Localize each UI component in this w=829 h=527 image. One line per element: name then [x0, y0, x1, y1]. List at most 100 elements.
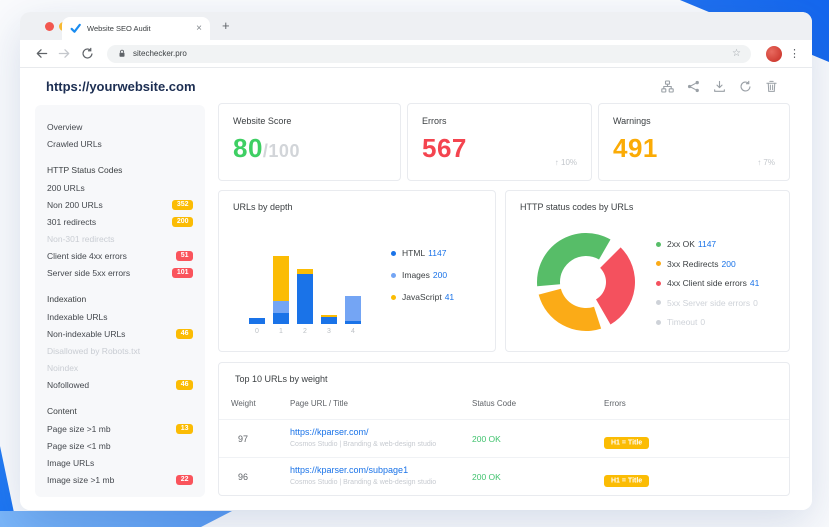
sidebar-item-image-size-gt1mb[interactable]: Image size >1 mb 22	[47, 471, 193, 488]
bar-column-3: 3	[321, 315, 337, 335]
sidebar-item-non-200-urls[interactable]: Non 200 URLs 352	[47, 196, 193, 213]
table-title: Top 10 URLs by weight	[235, 374, 328, 384]
browser-tab-strip: Website SEO Audit × +	[20, 12, 812, 40]
count-badge: 51	[176, 250, 193, 261]
sidebar-item-page-size-lt1mb[interactable]: Page size <1 mb	[47, 437, 193, 454]
page-content: https://yourwebsite.com Overview Crawled…	[20, 69, 812, 510]
sidebar-item-non-indexable-urls[interactable]: Non-indexable URLs 46	[47, 325, 193, 342]
bookmark-star-icon[interactable]: ☆	[732, 48, 741, 59]
sitemap-icon[interactable]	[661, 80, 674, 93]
sidebar-item-disallowed-robots: Disallowed by Robots.txt	[47, 345, 141, 356]
share-icon[interactable]	[687, 80, 700, 93]
legend-value: 0	[700, 317, 706, 327]
sidebar-section-http-status-codes: HTTP Status Codes	[47, 165, 123, 175]
bar-chart-plot: 0 1 2 3 4	[249, 256, 361, 335]
bar-segment-html	[321, 317, 337, 324]
legend-item-3xx: 3xx Redirects 200	[656, 259, 759, 269]
html-series-dot-icon	[391, 250, 396, 256]
legend-item-javascript: JavaScript 41	[391, 292, 454, 302]
sidebar-item-301-redirects[interactable]: 301 redirects 200	[47, 213, 193, 230]
browser-menu-icon[interactable]: ⋮	[789, 47, 800, 60]
column-header-errors: Errors	[604, 399, 626, 408]
website-score-value: 80	[233, 133, 263, 163]
sidebar-item-200-urls[interactable]: 200 URLs	[47, 179, 193, 196]
sidebar-item-5xx-errors[interactable]: Server side 5xx errors 101	[47, 264, 193, 281]
sidebar-section-indexation: Indexation	[47, 294, 87, 304]
reload-icon[interactable]	[81, 47, 94, 60]
window-close-button[interactable]	[45, 22, 54, 31]
legend-item-html: HTML 1147	[391, 248, 454, 258]
status-code-cell: 200 OK	[472, 472, 501, 482]
error-badge: H1 = Title	[604, 436, 650, 449]
legend-value: 200	[721, 258, 736, 269]
download-icon[interactable]	[713, 80, 726, 93]
bar-segment-html	[297, 274, 313, 324]
donut-chart-legend: 2xx OK 1147 3xx Redirects 200 4xx Client…	[656, 239, 759, 327]
table-row: 97 https://kparser.com/ Cosmos Studio | …	[219, 419, 789, 458]
site-favicon-check-icon	[70, 23, 81, 34]
error-badge: H1 = Title	[604, 474, 650, 487]
page-title-subtext: Cosmos Studio | Branding & web-design st…	[290, 440, 437, 448]
profile-avatar[interactable]	[766, 45, 782, 62]
legend-item-5xx: 5xx Server side errors 0	[656, 298, 759, 308]
donut-segment-3xx	[538, 288, 602, 331]
bar-segment-html	[345, 321, 361, 324]
column-header-weight: Weight	[231, 399, 256, 408]
back-icon[interactable]	[35, 47, 48, 60]
page-url-link[interactable]: https://kparser.com/	[290, 427, 436, 437]
status-code-cell: 200 OK	[472, 434, 501, 444]
urls-by-depth-card: URLs by depth 0 1 2 3 4 HTML 1147 Images 200…	[218, 190, 496, 352]
forward-icon[interactable]	[58, 47, 71, 60]
javascript-series-dot-icon	[391, 294, 396, 300]
count-badge: 46	[176, 379, 193, 390]
bar-x-tick: 0	[255, 328, 259, 335]
report-sidebar: Overview Crawled URLs HTTP Status Codes …	[35, 105, 205, 497]
refresh-icon[interactable]	[739, 80, 752, 93]
address-url: sitechecker.pro	[133, 49, 187, 58]
count-badge: 13	[176, 423, 193, 434]
bar-segment-javascript	[273, 256, 289, 301]
tab-close-icon[interactable]: ×	[196, 23, 202, 34]
sidebar-item-4xx-errors[interactable]: Client side 4xx errors 51	[47, 247, 193, 264]
legend-value: 200	[432, 270, 448, 280]
3xx-dot-icon	[656, 261, 661, 266]
page-url-link[interactable]: https://kparser.com/subpage1	[290, 465, 436, 475]
warnings-card: Warnings 491 ↑ 7%	[598, 103, 790, 181]
legend-item-4xx: 4xx Client side errors 41	[656, 278, 759, 288]
browser-toolbar: sitechecker.pro ☆ ⋮	[20, 40, 812, 68]
weight-cell: 96	[237, 472, 248, 482]
legend-value: 1147	[428, 248, 447, 258]
warnings-delta: ↑ 7%	[757, 158, 775, 167]
sidebar-item-crawled-urls[interactable]: Crawled URLs	[47, 135, 193, 152]
bar-x-tick: 4	[351, 328, 355, 335]
new-tab-button[interactable]: +	[222, 18, 230, 33]
legend-value: 41	[749, 278, 760, 288]
errors-value: 567	[422, 133, 467, 163]
stat-label: Warnings	[613, 116, 651, 126]
donut-segment-4xx	[596, 247, 636, 325]
browser-tab[interactable]: Website SEO Audit ×	[62, 17, 210, 40]
bar-column-4: 4	[345, 296, 361, 335]
browser-window: Website SEO Audit × + sitechecker.pro ☆ …	[20, 12, 812, 510]
sidebar-item-image-urls[interactable]: Image URLs	[47, 454, 193, 471]
sidebar-item-page-size-gt1mb[interactable]: Page size >1 mb 13	[47, 420, 193, 437]
count-badge: 200	[172, 216, 193, 227]
bar-segment-images	[273, 301, 289, 313]
address-bar[interactable]: sitechecker.pro ☆	[107, 44, 751, 63]
sidebar-section-content: Content	[47, 406, 77, 416]
lock-icon	[117, 48, 127, 59]
sidebar-item-overview[interactable]: Overview	[47, 118, 193, 135]
trash-icon[interactable]	[765, 80, 778, 93]
errors-card: Errors 567 ↑ 10%	[407, 103, 592, 181]
column-header-page-url: Page URL / Title	[290, 399, 348, 408]
sidebar-item-non-301-redirects: Non-301 redirects	[47, 233, 115, 244]
images-series-dot-icon	[391, 272, 396, 278]
sidebar-item-indexable-urls[interactable]: Indexable URLs	[47, 308, 193, 325]
sidebar-item-nofollowed[interactable]: Nofollowed 46	[47, 376, 193, 393]
bar-segment-images	[345, 296, 361, 321]
bar-column-1: 1	[273, 256, 289, 335]
stat-label: Errors	[422, 116, 447, 126]
donut-chart-title: HTTP status codes by URLs	[520, 202, 634, 212]
5xx-dot-icon	[656, 300, 661, 305]
tab-title: Website SEO Audit	[87, 24, 151, 33]
